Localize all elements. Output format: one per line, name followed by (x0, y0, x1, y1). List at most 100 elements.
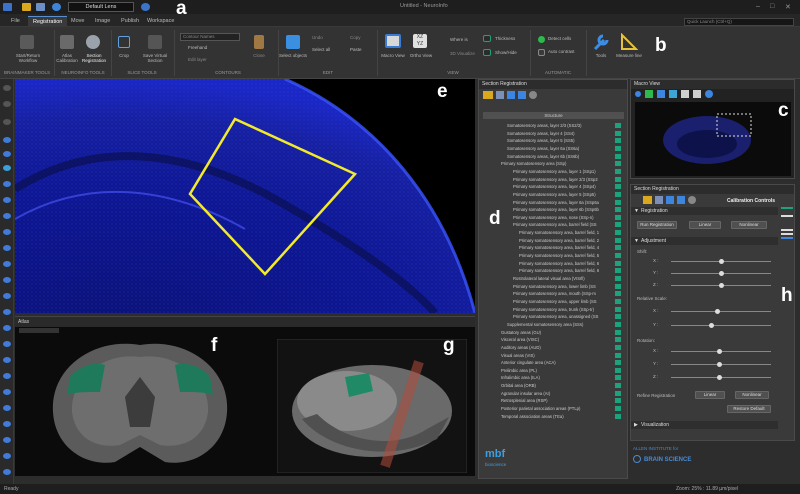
refine-nonlinear-button[interactable]: Nonlinear (735, 391, 769, 399)
tool-icon[interactable] (3, 437, 11, 443)
where-is-button[interactable]: Where is (450, 37, 480, 42)
tool-icon[interactable] (3, 405, 11, 411)
tree-row[interactable]: Primary somatosensory area, barrel field… (483, 260, 624, 267)
slider-knob[interactable] (719, 271, 724, 276)
tree-row[interactable]: Prelimbic area (PL) (483, 367, 624, 374)
run-registration-button[interactable]: Run Registration (637, 221, 677, 229)
tree-row[interactable]: Primary somatosensory area, layer 1 (SSp… (483, 168, 624, 175)
slider-knob[interactable] (717, 349, 722, 354)
tree-row[interactable]: Primary somatosensory area, layer 5 (SSp… (483, 191, 624, 198)
help-icon[interactable] (705, 90, 713, 98)
macro-tool-icon[interactable] (693, 90, 701, 98)
tree-row[interactable]: Temporal association areas (TEa) (483, 413, 624, 420)
linear-button[interactable]: Linear (689, 221, 721, 229)
tool-icon[interactable] (3, 373, 11, 379)
tool-icon[interactable] (3, 197, 11, 203)
lens-icon[interactable] (52, 3, 61, 11)
pointer-icon[interactable] (677, 196, 685, 204)
slider-knob[interactable] (717, 362, 722, 367)
paste-button[interactable]: Paste (350, 47, 374, 52)
tree-row[interactable]: Primary somatosensory area, layer 2/3 (S… (483, 176, 624, 183)
atlas-toolbar[interactable] (19, 328, 59, 333)
tree-row[interactable]: Primary somatosensory area, barrel field… (483, 252, 624, 259)
tree-row[interactable]: Somatosensory areas, layer 6a (SS6a) (483, 145, 624, 152)
detect-cells-button[interactable]: Detect cells (548, 36, 582, 41)
tool-icon[interactable] (3, 261, 11, 267)
tree-row[interactable]: Primary somatosensory area, barrel field… (483, 229, 624, 236)
tree-row[interactable]: Primary somatosensory area, barrel field… (483, 221, 624, 228)
registration-section-header[interactable]: Registration (631, 207, 778, 215)
crop-button[interactable]: Crop (112, 53, 136, 58)
tree-row[interactable]: Primary somatosensory area, mouth (SSp-m (483, 290, 624, 297)
tree-row[interactable]: Infralimbic area (ILA) (483, 374, 624, 381)
tool-icon[interactable] (3, 119, 11, 125)
tree-row[interactable]: Primary somatosensory area (SSp) (483, 160, 624, 167)
tree-row[interactable]: Posterior parietal association areas (PT… (483, 405, 624, 412)
tree-row[interactable]: Somatosensory areas, layer 2/3 (SS2/3) (483, 122, 624, 129)
macro-tool-icon[interactable] (657, 90, 665, 98)
tree-row[interactable]: Agranular insular area (AI) (483, 390, 624, 397)
sagittal-3d-view[interactable] (277, 339, 467, 473)
collapse-icon[interactable]: ▼ (634, 238, 639, 244)
undo-button[interactable]: Undo (312, 35, 342, 40)
tool-icon[interactable] (3, 165, 11, 171)
restore-default-button[interactable]: Restore Default (727, 405, 771, 413)
tool-icon[interactable] (3, 293, 11, 299)
tree-row[interactable]: Primary somatosensory area, layer 6a (SS… (483, 199, 624, 206)
close-icon[interactable] (507, 91, 515, 99)
tool-icon[interactable] (3, 453, 11, 459)
tab-registration[interactable]: Registration (28, 16, 68, 27)
slider-knob[interactable] (709, 323, 714, 328)
tree-row[interactable]: Primary somatosensory area, layer 6b (SS… (483, 206, 624, 213)
edit-layer-button[interactable]: Edit layer (188, 57, 228, 62)
select-objects-button[interactable]: Select objects (278, 53, 308, 58)
main-image-view[interactable]: e (15, 79, 475, 313)
freehand-select[interactable]: Freehand (188, 45, 228, 50)
tree-row[interactable]: Primary somatosensory area, barrel field… (483, 267, 624, 274)
save-icon[interactable] (496, 91, 504, 99)
tree-row[interactable]: Primary somatosensory area, trunk (SSp-t… (483, 306, 624, 313)
slider-knob[interactable] (717, 375, 722, 380)
macro-tool-icon[interactable] (669, 90, 677, 98)
collapse-icon[interactable]: ▼ (634, 208, 639, 214)
tree-row[interactable]: Somatosensory areas, layer 6b (SS6b) (483, 153, 624, 160)
tool-icon[interactable] (3, 213, 11, 219)
expand-icon[interactable]: ▶ (634, 422, 638, 428)
macro-tool-icon[interactable] (681, 90, 689, 98)
tree-row[interactable]: Somatosensory areas, layer 4 (SS4) (483, 130, 624, 137)
tree-row[interactable]: Primary somatosensory area, barrel field… (483, 237, 624, 244)
tree-row[interactable]: Primary somatosensory area, nose (SSp-n) (483, 214, 624, 221)
visualization-section-header[interactable]: Visualization (631, 421, 778, 429)
tool-icon[interactable] (3, 277, 11, 283)
tool-icon[interactable] (3, 245, 11, 251)
tree-row[interactable]: Retrosplenial area (RSP) (483, 397, 624, 404)
save-icon[interactable] (36, 3, 45, 11)
tool-icon[interactable] (3, 389, 11, 395)
scale-y-slider[interactable] (671, 325, 771, 326)
minimize-icon[interactable]: – (756, 3, 760, 10)
macro-tool-icon[interactable] (635, 91, 641, 97)
tool-icon[interactable] (3, 181, 11, 187)
tree-row[interactable]: Primary somatosensory area, upper limb (… (483, 298, 624, 305)
show-hide-button[interactable]: Show/Hide (495, 50, 525, 55)
macro-tool-icon[interactable] (645, 90, 653, 98)
tree-row[interactable]: Visual areas (VIS) (483, 352, 624, 359)
tree-row[interactable]: Rostrolateral lateral visual area (VISrl… (483, 275, 624, 282)
pointer-icon[interactable] (518, 91, 526, 99)
settings-icon[interactable] (529, 91, 537, 99)
nonlinear-button[interactable]: Nonlinear (731, 221, 767, 229)
save-virtual-section-button[interactable]: Save Virtual Section (140, 53, 170, 63)
section-registration-button[interactable]: Section Registration (80, 53, 108, 63)
tree-row[interactable]: Anterior cingulate area (ACA) (483, 359, 624, 366)
slider-knob[interactable] (715, 309, 720, 314)
tool-icon[interactable] (3, 341, 11, 347)
auto-contrast-button[interactable]: Auto contrast (548, 49, 584, 54)
save-icon[interactable] (655, 196, 663, 204)
tab-file[interactable]: File (6, 16, 25, 27)
open-folder-icon[interactable] (643, 196, 652, 204)
tool-icon[interactable] (3, 469, 11, 475)
maximize-icon[interactable]: □ (770, 3, 774, 10)
tool-icon[interactable] (3, 101, 11, 107)
tool-icon[interactable] (3, 229, 11, 235)
refine-linear-button[interactable]: Linear (695, 391, 725, 399)
